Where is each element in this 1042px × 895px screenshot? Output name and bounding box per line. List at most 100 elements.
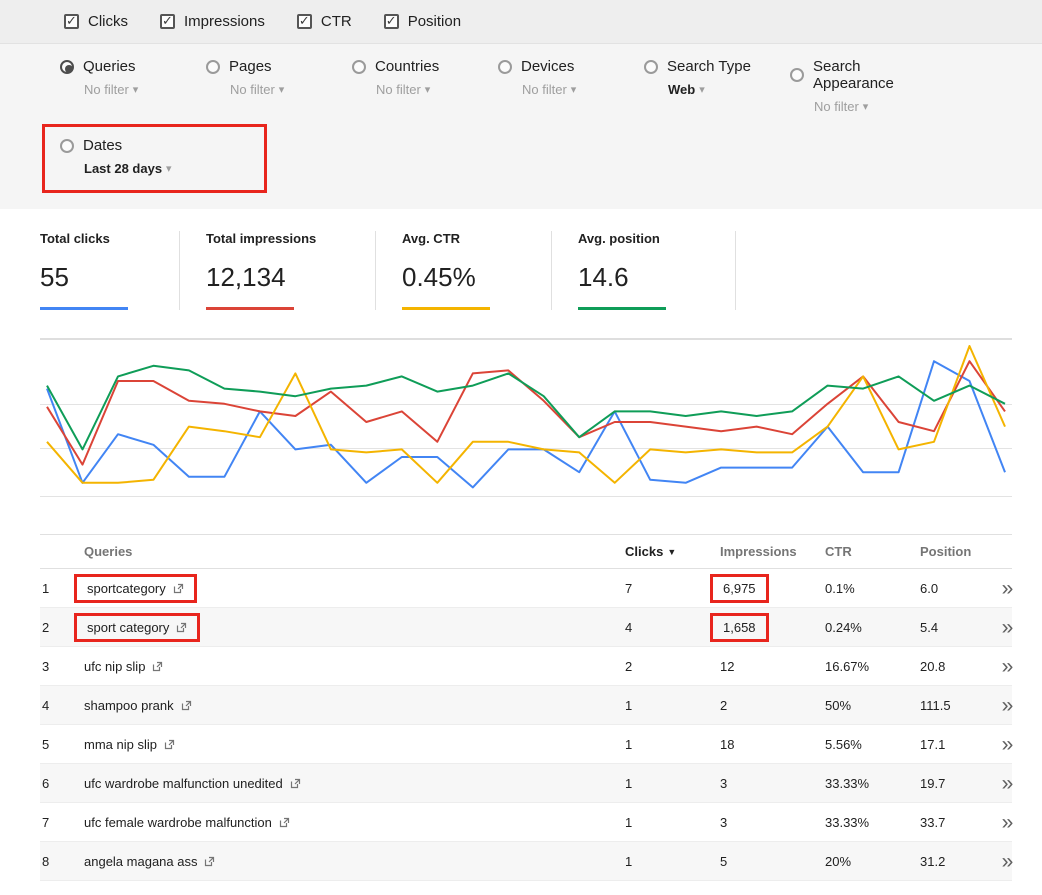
query-link[interactable]: ufc female wardrobe malfunction xyxy=(84,815,290,830)
filter-value-dropdown[interactable]: No filter ▾ xyxy=(230,82,352,97)
filter-row: Queries No filter ▾ Pages No filter ▾ Co… xyxy=(60,58,1042,114)
query-link[interactable]: ufc wardrobe malfunction unedited xyxy=(84,776,301,791)
cell-clicks: 1 xyxy=(625,776,720,791)
external-link-icon[interactable] xyxy=(204,856,215,867)
radio-icon[interactable] xyxy=(790,68,804,82)
metric-avg-ctr[interactable]: Avg. CTR 0.45% xyxy=(402,231,552,310)
metric-label: Avg. CTR xyxy=(402,231,525,246)
filter-radio-search-appearance[interactable]: Search Appearance xyxy=(790,58,936,92)
cell-clicks: 2 xyxy=(625,659,720,674)
checkbox-icon[interactable]: ✓ xyxy=(384,14,399,29)
toggle-position[interactable]: ✓ Position xyxy=(384,13,461,30)
cell-ctr: 50% xyxy=(825,698,920,713)
external-link-icon[interactable] xyxy=(152,661,163,672)
check-icon: ✓ xyxy=(299,14,310,27)
filter-radio-pages[interactable]: Pages xyxy=(206,58,352,75)
radio-icon[interactable] xyxy=(206,60,220,74)
filter-label: Queries xyxy=(83,58,136,75)
filter-radio-devices[interactable]: Devices xyxy=(498,58,644,75)
query-link[interactable]: sport category xyxy=(87,620,187,635)
external-link-icon[interactable] xyxy=(173,583,184,594)
metric-label: Total impressions xyxy=(206,231,349,246)
metric-avg-position[interactable]: Avg. position 14.6 xyxy=(578,231,736,310)
dates-annotation-highlight: Dates Last 28 days ▾ xyxy=(42,124,267,193)
cell-ctr: 5.56% xyxy=(825,737,920,752)
filter-radio-dates[interactable]: Dates xyxy=(60,137,206,154)
toggle-label: Clicks xyxy=(88,13,128,30)
filter-value-dropdown[interactable]: No filter ▾ xyxy=(84,82,206,97)
filter-value: No filter xyxy=(230,82,275,97)
filter-value-dropdown[interactable]: No filter ▾ xyxy=(814,99,936,114)
table-row: 6 ufc wardrobe malfunction unedited 1 3 … xyxy=(40,764,1012,803)
checkbox-icon[interactable]: ✓ xyxy=(297,14,312,29)
table-row: 2 sport category 4 1,658 0.24% 5.4 » xyxy=(40,608,1012,647)
radio-icon[interactable] xyxy=(498,60,512,74)
metric-value: 55 xyxy=(40,262,153,293)
expand-row-chevron[interactable]: » xyxy=(1000,734,1012,755)
toggle-ctr[interactable]: ✓ CTR xyxy=(297,13,352,30)
checkbox-icon[interactable]: ✓ xyxy=(160,14,175,29)
row-number: 6 xyxy=(40,776,84,791)
checkbox-icon[interactable]: ✓ xyxy=(64,14,79,29)
expand-row-chevron[interactable]: » xyxy=(1000,578,1012,599)
radio-icon[interactable] xyxy=(60,139,74,153)
filter-radio-countries[interactable]: Countries xyxy=(352,58,498,75)
cell-position: 19.7 xyxy=(920,776,1000,791)
external-link-icon[interactable] xyxy=(279,817,290,828)
metric-total-clicks[interactable]: Total clicks 55 xyxy=(40,231,180,310)
header-clicks-sorted[interactable]: Clicks ▼ xyxy=(625,544,720,559)
radio-icon[interactable] xyxy=(644,60,658,74)
cell-position: 20.8 xyxy=(920,659,1000,674)
radio-icon[interactable] xyxy=(60,60,74,74)
metric-total-impressions[interactable]: Total impressions 12,134 xyxy=(206,231,376,310)
filter-radio-queries[interactable]: Queries xyxy=(60,58,206,75)
expand-row-chevron[interactable]: » xyxy=(1000,851,1012,872)
filter-value: Web xyxy=(668,82,695,97)
impressions-annotation-highlight: 6,975 xyxy=(710,574,769,603)
external-link-icon[interactable] xyxy=(164,739,175,750)
cell-clicks: 1 xyxy=(625,815,720,830)
table-header-row: Queries Clicks ▼ Impressions CTR Positio… xyxy=(40,535,1012,569)
header-position[interactable]: Position xyxy=(920,544,1000,559)
expand-row-chevron[interactable]: » xyxy=(1000,617,1012,638)
filter-value: No filter xyxy=(376,82,421,97)
expand-row-chevron[interactable]: » xyxy=(1000,695,1012,716)
metric-color-bar xyxy=(402,307,490,310)
filter-value-dropdown[interactable]: Web ▾ xyxy=(668,82,790,97)
expand-row-chevron[interactable]: » xyxy=(1000,890,1012,895)
impressions-annotation-highlight: 1,658 xyxy=(710,613,769,642)
dates-value-dropdown[interactable]: Last 28 days ▾ xyxy=(84,161,206,176)
filter-dates: Dates Last 28 days ▾ xyxy=(60,137,206,176)
header-queries[interactable]: Queries xyxy=(84,544,625,559)
metric-color-bar xyxy=(40,307,128,310)
external-link-icon[interactable] xyxy=(290,778,301,789)
external-link-icon[interactable] xyxy=(176,622,187,633)
radio-icon[interactable] xyxy=(352,60,366,74)
cell-impressions: 12 xyxy=(720,659,825,674)
expand-row-chevron[interactable]: » xyxy=(1000,773,1012,794)
header-clicks-label: Clicks xyxy=(625,544,663,559)
query-link[interactable]: mma nip slip xyxy=(84,737,175,752)
analytics-line-chart xyxy=(40,338,1012,498)
expand-row-chevron[interactable]: » xyxy=(1000,656,1012,677)
cell-ctr: 0.24% xyxy=(825,620,920,635)
check-icon: ✓ xyxy=(162,14,173,27)
toggle-clicks[interactable]: ✓ Clicks xyxy=(64,13,128,30)
filter-devices: Devices No filter ▾ xyxy=(498,58,644,114)
expand-row-chevron[interactable]: » xyxy=(1000,812,1012,833)
filter-value-dropdown[interactable]: No filter ▾ xyxy=(376,82,498,97)
dates-value: Last 28 days xyxy=(84,161,162,176)
row-number: 8 xyxy=(40,854,84,869)
filter-label: Dates xyxy=(83,137,122,154)
external-link-icon[interactable] xyxy=(181,700,192,711)
query-link[interactable]: shampoo prank xyxy=(84,698,192,713)
filter-value-dropdown[interactable]: No filter ▾ xyxy=(522,82,644,97)
header-ctr[interactable]: CTR xyxy=(825,544,920,559)
query-link[interactable]: sportcategory xyxy=(87,581,184,596)
query-link[interactable]: angela magana ass xyxy=(84,854,215,869)
filter-radio-search-type[interactable]: Search Type xyxy=(644,58,790,75)
header-impressions[interactable]: Impressions xyxy=(720,544,825,559)
query-text: ufc nip slip xyxy=(84,659,145,674)
query-link[interactable]: ufc nip slip xyxy=(84,659,163,674)
toggle-impressions[interactable]: ✓ Impressions xyxy=(160,13,265,30)
